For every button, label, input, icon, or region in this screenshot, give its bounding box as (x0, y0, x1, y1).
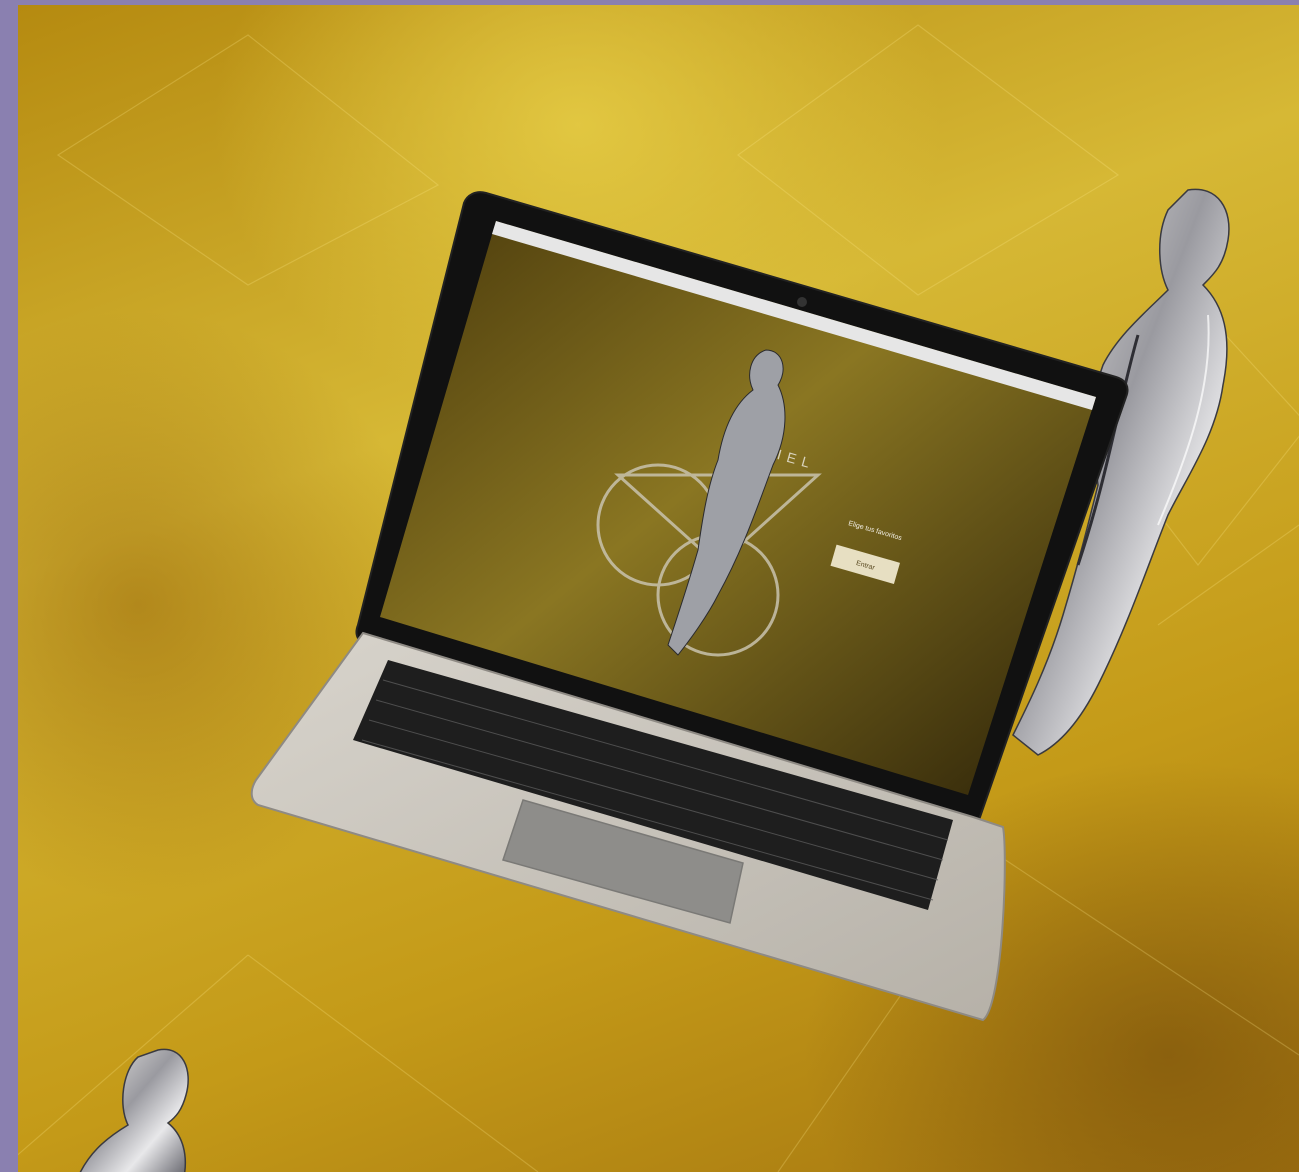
image-frame: ARIEL Elige tus favoritos Entrar (0, 0, 1299, 1172)
laptop: ARIEL Elige tus favoritos Entrar (250, 191, 1129, 1022)
webcam-icon (797, 297, 807, 307)
laptop-scene: ARIEL Elige tus favoritos Entrar (79, 188, 1230, 1172)
gold-background: ARIEL Elige tus favoritos Entrar (18, 5, 1299, 1172)
statue-icon (79, 1048, 189, 1172)
